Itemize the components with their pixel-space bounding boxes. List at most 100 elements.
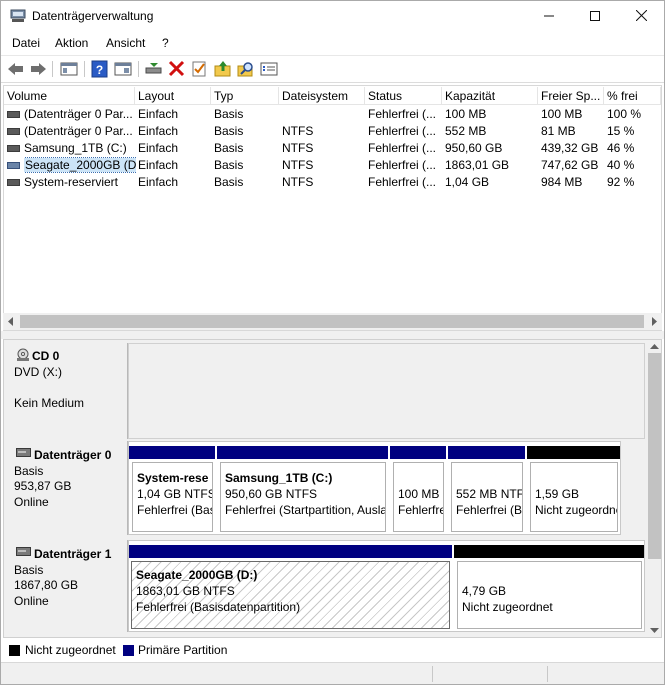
cd-drive: DVD (X:) — [14, 365, 62, 379]
cd-media-area — [128, 343, 645, 439]
maximize-button[interactable] — [572, 1, 618, 31]
menu-file[interactable]: Datei — [12, 36, 40, 50]
primary-partition-bar — [217, 446, 388, 459]
vertical-scroll-thumb[interactable] — [648, 353, 661, 559]
partition-system-reserved[interactable]: System-rese 1,04 GB NTFS Fehlerfrei (Bas — [129, 446, 215, 534]
column-layout[interactable]: Layout — [135, 87, 211, 105]
folder-up-icon[interactable] — [213, 60, 233, 78]
volume-capacity: 1863,01 GB — [445, 158, 510, 172]
partition-size: 552 MB NTFS — [456, 487, 522, 501]
volume-type: Basis — [214, 107, 244, 121]
volume-status: Fehlerfrei (... — [368, 158, 437, 172]
volume-row[interactable]: System-reserviert Einfach Basis NTFS Feh… — [4, 174, 661, 191]
partition-100mb[interactable]: 100 MB Fehlerfrei — [390, 446, 446, 534]
cd-drive-icon — [17, 348, 29, 361]
partition-status: Fehlerfrei (Bas — [137, 503, 213, 517]
volume-status: Fehlerfrei (... — [368, 124, 437, 138]
partition-status: Fehlerfrei (B — [456, 503, 523, 517]
menu-bar: Datei Aktion Ansicht ? — [1, 32, 664, 54]
volume-layout: Einfach — [138, 141, 179, 155]
disk0-label[interactable]: Datenträger 0 Basis 953,87 GB Online — [8, 441, 128, 535]
window-title: Datenträgerverwaltung — [32, 9, 154, 23]
volume-name: (Datenträger 0 Par... — [24, 107, 133, 121]
unallocated-swatch — [9, 645, 20, 656]
partition-552mb[interactable]: 552 MB NTFS Fehlerfrei (B — [448, 446, 525, 534]
volume-icon — [7, 162, 20, 169]
partition-samsung-c[interactable]: Samsung_1TB (C:) 950,60 GB NTFS Fehlerfr… — [217, 446, 388, 534]
vertical-scrollbar[interactable] — [647, 340, 661, 637]
volume-type: Basis — [214, 158, 244, 172]
properties-list-icon[interactable] — [113, 60, 133, 78]
scroll-left-icon[interactable] — [7, 317, 15, 326]
volume-percent: 100 % — [607, 107, 642, 121]
pane-splitter[interactable] — [1, 331, 664, 339]
partition-unallocated[interactable]: 1,59 GB Nicht zugeordnet — [527, 446, 620, 534]
menu-help[interactable]: ? — [162, 36, 169, 50]
disk1-title: Datenträger 1 — [34, 547, 112, 561]
search-icon[interactable] — [236, 60, 256, 78]
volume-row-selected[interactable]: Seagate_2000GB (D:) Einfach Basis NTFS F… — [4, 157, 661, 174]
primary-partition-bar — [448, 446, 525, 459]
legend-primary: Primäre Partition — [138, 643, 228, 657]
help-icon[interactable]: ? — [90, 60, 110, 78]
volume-status: Fehlerfrei (... — [368, 175, 437, 189]
minimize-button[interactable] — [526, 1, 572, 31]
unallocated-partition-bar — [527, 446, 620, 459]
connect-drive-icon[interactable] — [144, 60, 164, 78]
volume-layout: Einfach — [138, 124, 179, 138]
partition-size: 950,60 GB NTFS — [225, 487, 318, 501]
horizontal-scroll-thumb[interactable] — [20, 315, 644, 328]
cd-row: CD 0 DVD (X:) Kein Medium — [4, 343, 647, 439]
volume-type: Basis — [214, 124, 244, 138]
close-icon — [635, 9, 647, 22]
volume-percent: 40 % — [607, 158, 635, 172]
menu-view[interactable]: Ansicht — [106, 36, 145, 50]
cd-label[interactable]: CD 0 DVD (X:) Kein Medium — [8, 343, 128, 439]
volume-icon — [7, 128, 20, 135]
volume-free: 81 MB — [541, 124, 576, 138]
volume-name: (Datenträger 0 Par... — [24, 124, 133, 138]
horizontal-scrollbar[interactable] — [3, 313, 662, 330]
partition-size: 100 MB — [398, 487, 440, 501]
primary-partition-bar — [390, 446, 446, 459]
partition-status: Fehlerfrei — [398, 503, 444, 517]
volume-row[interactable]: (Datenträger 0 Par... Einfach Basis Fehl… — [4, 106, 661, 123]
menu-action[interactable]: Aktion — [55, 36, 88, 50]
check-icon[interactable] — [190, 60, 210, 78]
console-tree-icon[interactable] — [59, 60, 79, 78]
legend: Nicht zugeordnet Primäre Partition — [3, 640, 662, 660]
volume-type: Basis — [214, 175, 244, 189]
svg-text:?: ? — [96, 63, 103, 77]
list-view-icon[interactable] — [259, 60, 279, 78]
volume-icon — [7, 145, 20, 152]
volume-name: Samsung_1TB (C:) — [24, 141, 127, 155]
back-icon[interactable] — [6, 60, 26, 78]
partition-size: 1,04 GB NTFS — [137, 487, 213, 501]
scroll-down-icon[interactable] — [650, 627, 659, 634]
volume-layout: Einfach — [138, 158, 179, 172]
scroll-up-icon[interactable] — [650, 343, 659, 350]
column-volume[interactable]: Volume — [4, 87, 135, 105]
column-percent-free[interactable]: % frei — [604, 87, 661, 105]
volume-row[interactable]: (Datenträger 0 Par... Einfach Basis NTFS… — [4, 123, 661, 140]
disk1-label[interactable]: Datenträger 1 Basis 1867,80 GB Online — [8, 540, 128, 632]
column-capacity[interactable]: Kapazität — [442, 87, 538, 105]
partition-unallocated[interactable]: 4,79 GB Nicht zugeordnet — [454, 545, 644, 631]
scroll-right-icon[interactable] — [650, 317, 658, 326]
column-type[interactable]: Typ — [211, 87, 279, 105]
column-free-space[interactable]: Freier Sp... — [538, 87, 604, 105]
minimize-icon — [544, 15, 554, 17]
forward-icon[interactable] — [28, 60, 48, 78]
partition-seagate-d[interactable]: Seagate_2000GB (D:) 1863,01 GB NTFS Fehl… — [129, 545, 452, 631]
column-filesystem[interactable]: Dateisystem — [279, 87, 365, 105]
column-status[interactable]: Status — [365, 87, 442, 105]
delete-icon[interactable] — [167, 60, 187, 78]
disk-icon — [16, 547, 31, 556]
volume-name: Seagate_2000GB (D:) — [24, 157, 136, 173]
close-button[interactable] — [618, 1, 664, 31]
volume-row[interactable]: Samsung_1TB (C:) Einfach Basis NTFS Fehl… — [4, 140, 661, 157]
volume-capacity: 950,60 GB — [445, 141, 503, 155]
disk-management-window: Datenträgerverwaltung Datei Aktion Ansic… — [0, 0, 665, 685]
primary-partition-swatch — [123, 645, 134, 656]
volume-icon — [7, 179, 20, 186]
